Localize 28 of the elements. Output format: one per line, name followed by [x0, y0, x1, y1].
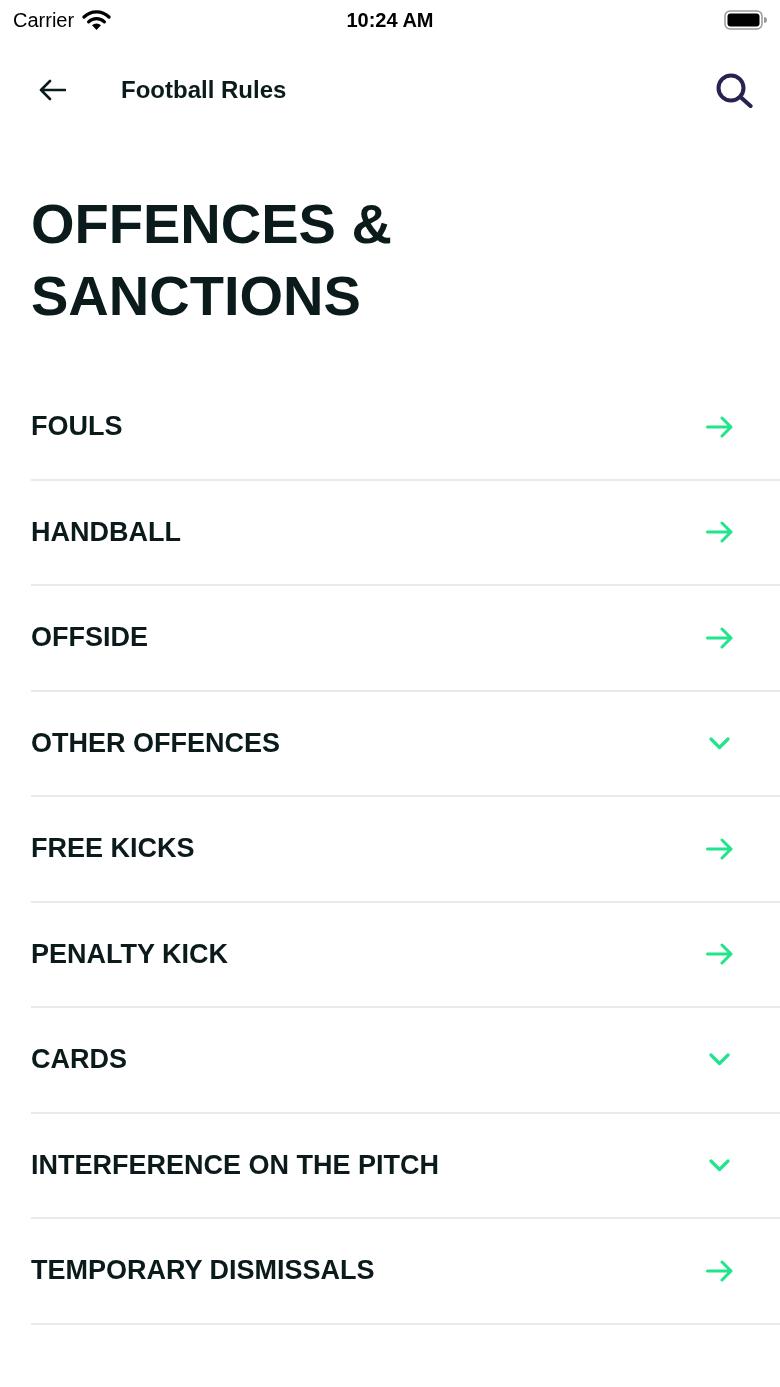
rule-category-item[interactable]: FOULS [31, 375, 780, 481]
page-heading: OFFENCES & SANCTIONS [31, 191, 393, 329]
arrow-right-icon [706, 626, 733, 649]
search-icon [716, 72, 753, 108]
arrow-right-icon [706, 521, 733, 544]
rule-category-item[interactable]: OTHER OFFENCES [31, 691, 780, 797]
arrow-right-icon [706, 943, 733, 966]
rule-category-item[interactable]: PENALTY KICK [31, 902, 780, 1008]
back-arrow-icon [39, 79, 66, 101]
rule-category-item[interactable]: INTERFERENCE ON THE PITCH [31, 1113, 780, 1219]
rule-category-item[interactable]: HANDBALL [31, 480, 780, 586]
rule-category-item[interactable]: OFFSIDE [31, 586, 780, 692]
arrow-right-icon [706, 1259, 733, 1282]
arrow-right-icon [706, 837, 733, 860]
back-button[interactable] [39, 79, 66, 101]
chevron-down-icon [709, 1053, 730, 1067]
chevron-down-icon [709, 736, 730, 750]
chevron-down-icon [709, 1158, 730, 1172]
arrow-right-icon [706, 415, 733, 438]
rule-category-item[interactable]: TEMPORARY DISMISSALS [31, 1219, 780, 1325]
battery-icon [724, 10, 767, 30]
rule-category-item[interactable]: FREE KICKS [31, 797, 780, 903]
carrier-label: Carrier [13, 8, 75, 32]
rule-category-item[interactable]: CARDS [31, 1008, 780, 1114]
wifi-icon [82, 10, 112, 30]
status-time: 10:24 AM [346, 8, 434, 32]
screen-title: Football Rules [121, 76, 288, 104]
search-button[interactable] [716, 72, 753, 108]
